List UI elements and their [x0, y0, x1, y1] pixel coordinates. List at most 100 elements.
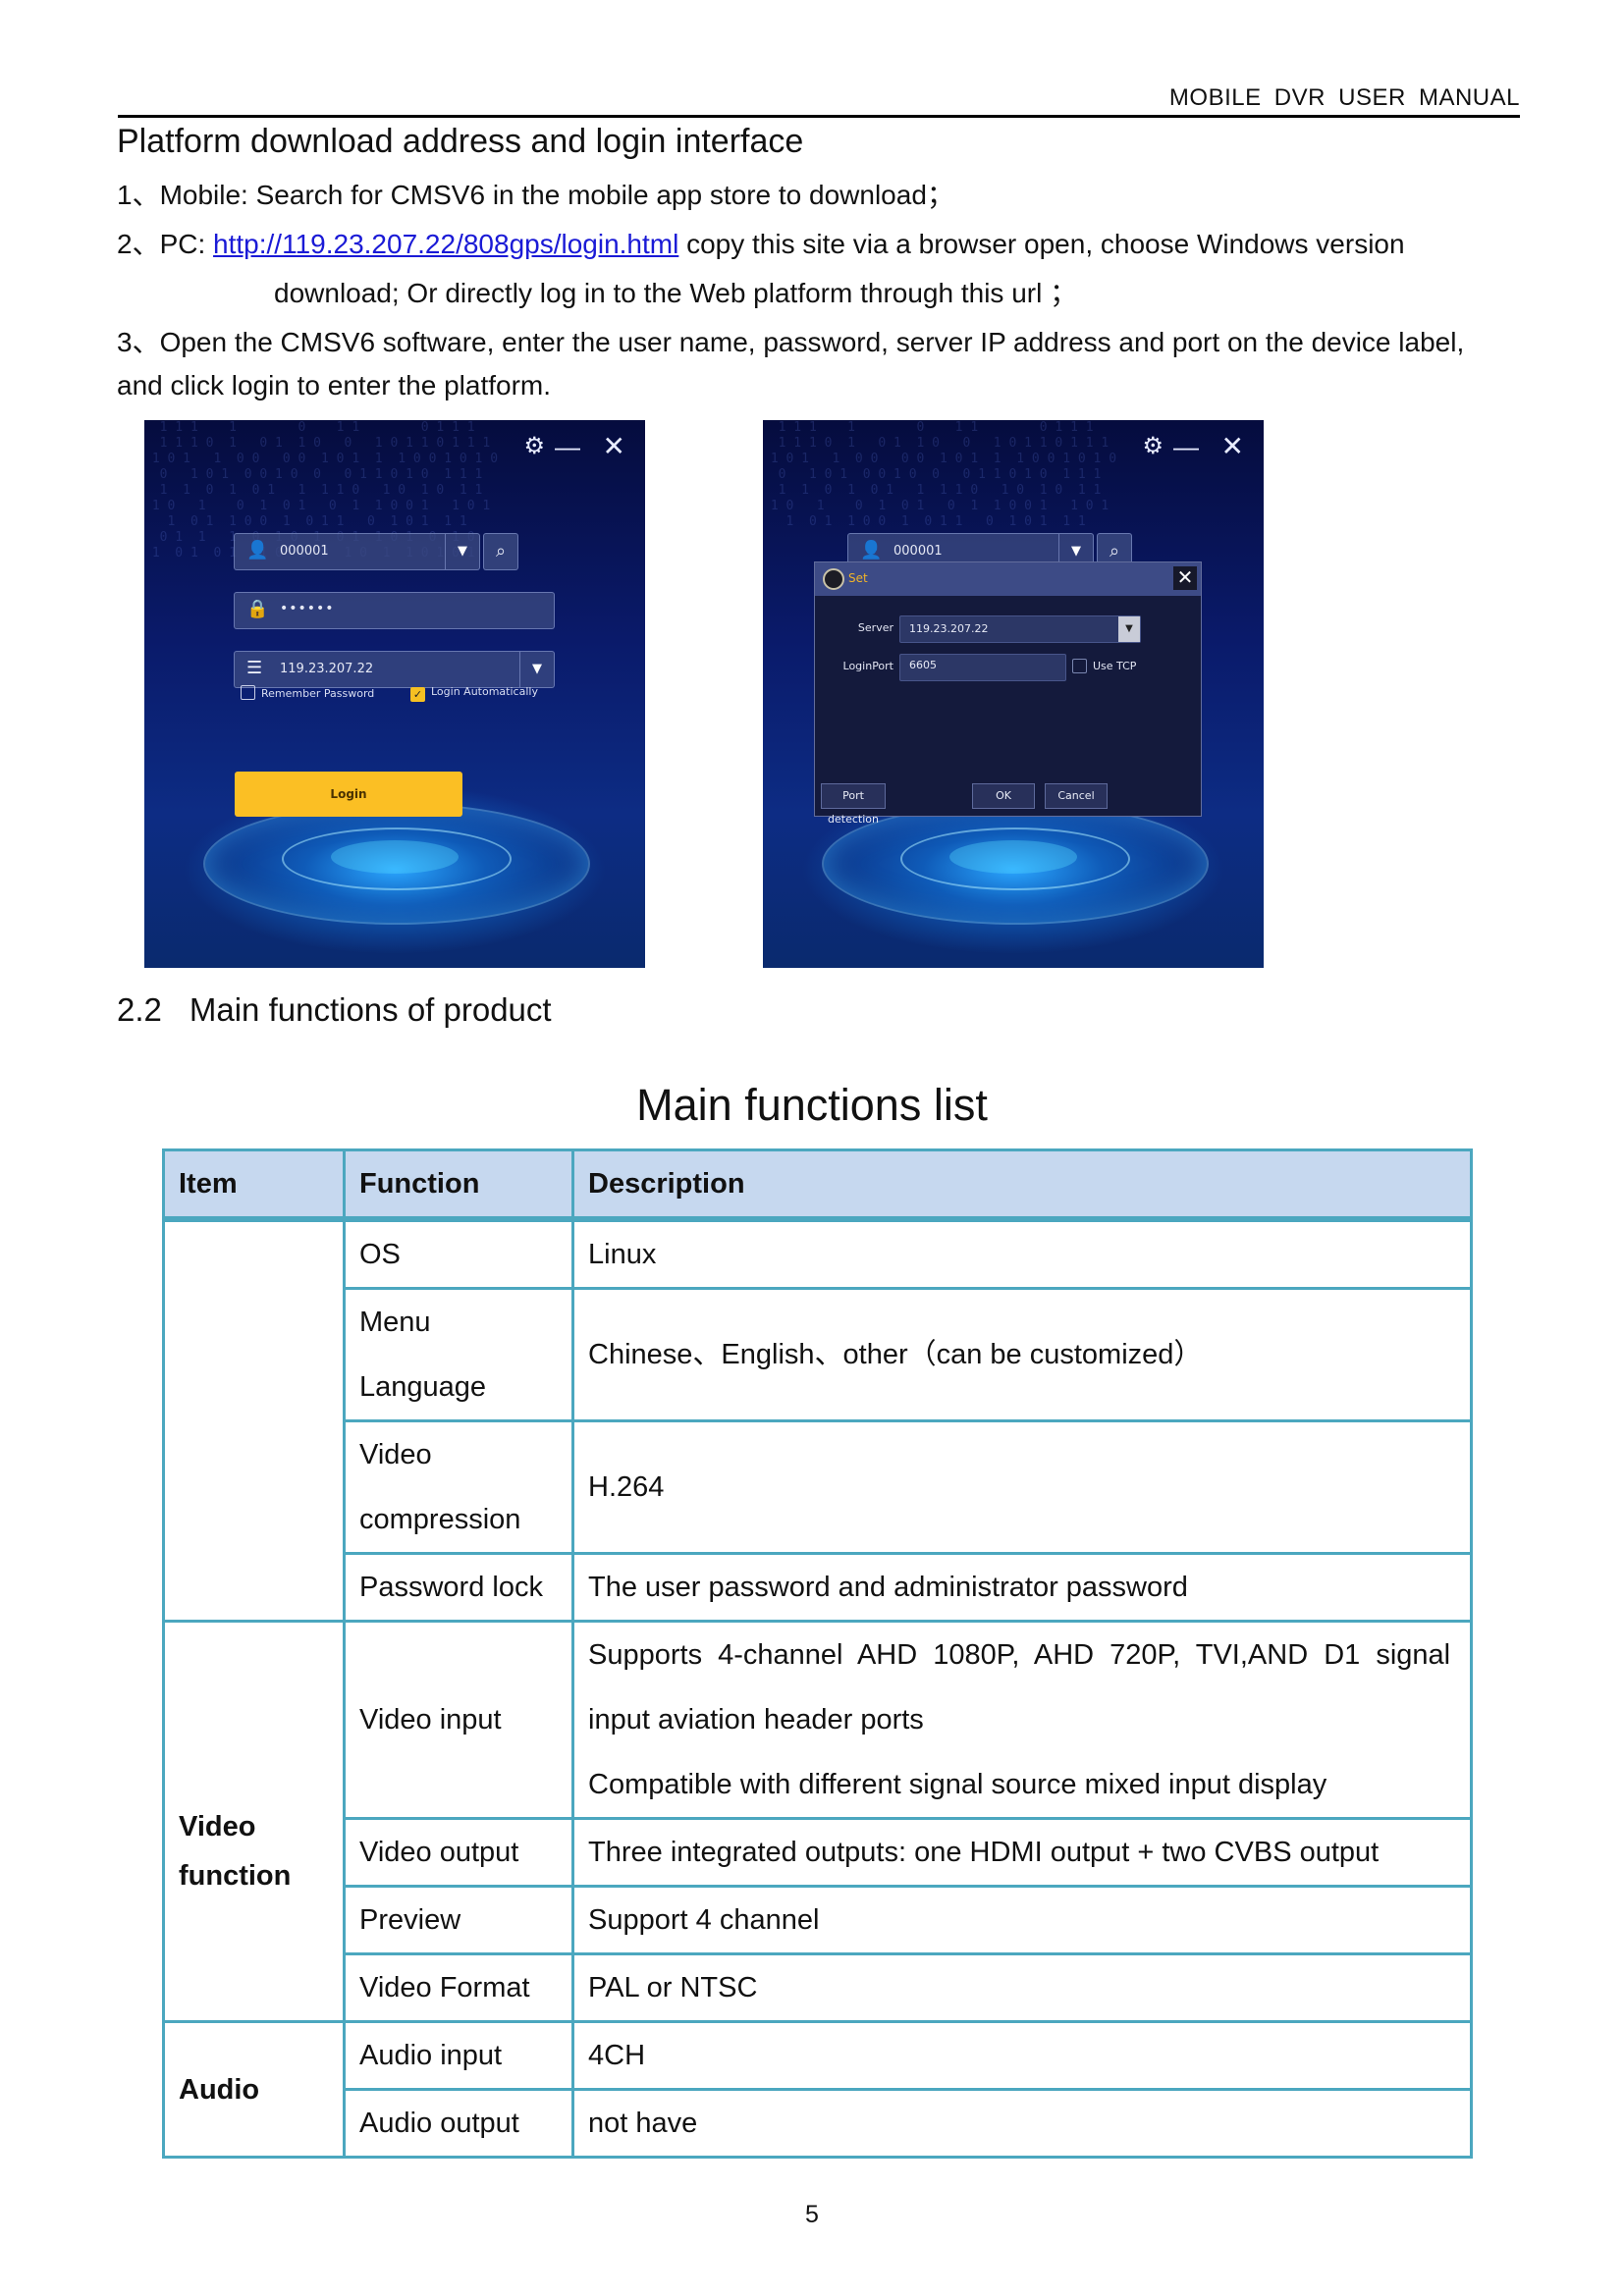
lock-icon: 🔒	[246, 599, 269, 619]
header-rule	[118, 115, 1520, 118]
subsection-title: Main functions of product	[189, 991, 552, 1028]
login-port-input[interactable]: 6605	[899, 654, 1066, 681]
list-text: copy this site via a browser open, choos…	[678, 229, 1405, 259]
dialog-title: Set	[848, 571, 868, 585]
set-dialog: Set ✕ Server 119.23.207.22 ▼ LoginPort 6…	[814, 561, 1202, 826]
description-line: Compatible with different signal source …	[588, 1769, 1327, 1800]
use-tcp-checkbox[interactable]	[1072, 659, 1087, 673]
use-tcp-label: Use TCP	[1093, 660, 1137, 672]
header-description: Description	[571, 1148, 1473, 1222]
list-item-mobile: 1、Mobile: Search for CMSV6 in the mobile…	[117, 174, 954, 213]
page-number: 5	[805, 2201, 819, 2228]
description-cell: Three integrated outputs: one HDMI outpu…	[571, 1817, 1473, 1888]
login-screenshot: 1 1 1 1 0 1 1 0 1 1 1 1 1 1 0 1 0 1 1 0 …	[144, 420, 645, 968]
item-cell	[162, 1217, 346, 1623]
description-cell: The user password and administrator pass…	[571, 1552, 1473, 1623]
subsection-heading: 2.2 Main functions of product	[117, 991, 552, 1029]
close-icon[interactable]: ✕	[1173, 566, 1197, 590]
description-cell: Supports 4-channel AHD 1080P, AHD 720P, …	[571, 1620, 1473, 1820]
password-value: ••••••	[280, 601, 335, 616]
glow-ring	[331, 840, 459, 874]
header-function: Function	[343, 1148, 574, 1222]
server-field[interactable]: ☰ 119.23.207.22 ▼	[234, 651, 555, 688]
header-item: Item	[162, 1148, 346, 1222]
table-header-row: Item Function Description	[162, 1148, 1473, 1222]
function-cell: Audio input	[343, 2020, 574, 2091]
item-cell: Video function	[162, 1620, 346, 2023]
settings-screenshot: 1 1 1 1 0 1 1 0 1 1 1 1 1 1 0 1 0 1 1 0 …	[763, 420, 1264, 968]
checkmark-icon[interactable]: ✓	[410, 687, 425, 702]
login-automatically-checkbox[interactable]: ✓ Login Automatically	[410, 685, 538, 702]
checkbox-unchecked[interactable]	[241, 685, 255, 700]
login-automatically-label: Login Automatically	[431, 685, 538, 698]
main-functions-table: Item Function Description OS Linux Menu L…	[162, 1148, 1473, 2159]
description-cell: not have	[571, 2088, 1473, 2159]
running-header: MOBILE DVR USER MANUAL	[1168, 84, 1520, 111]
close-icon[interactable]: ✕	[1221, 433, 1244, 460]
function-line: Video	[359, 1439, 432, 1470]
list-text: PC:	[159, 229, 214, 259]
login-port-value: 6605	[909, 659, 937, 671]
table-row: Password lock The user password and admi…	[164, 1552, 1473, 1623]
ok-button[interactable]: OK	[972, 783, 1035, 809]
table-row: Audio Audio input 4CH	[162, 2020, 1473, 2159]
glow-ring	[949, 840, 1077, 874]
function-line: Language	[359, 1371, 487, 1403]
table-row: Video function Video input Supports 4-cha…	[162, 1620, 1473, 2023]
login-port-label: LoginPort	[842, 660, 893, 672]
description-line: input aviation header ports	[588, 1704, 924, 1735]
username-value: 000001	[280, 544, 329, 559]
list-prefix: 3、	[117, 327, 160, 357]
search-icon[interactable]: ⌕	[483, 533, 518, 570]
list-item-pc: 2、PC: http://119.23.207.22/808gps/login.…	[117, 223, 1405, 262]
item-line: Video	[179, 1810, 256, 1842]
gear-icon[interactable]: ⚙	[523, 434, 545, 459]
function-cell: Video output	[343, 1817, 574, 1888]
list-item-open-software: 3、Open the CMSV6 software, enter the use…	[117, 321, 1464, 360]
table-row: Menu Language Chinese、English、other（can b…	[164, 1287, 1473, 1422]
list-prefix: 1、	[117, 180, 160, 210]
list-item-pc-continuation: download; Or directly log in to the Web …	[274, 278, 1078, 308]
function-cell: Video input	[343, 1620, 574, 1820]
table-row: Video compression H.264	[164, 1419, 1473, 1555]
minimize-icon[interactable]: —	[1173, 434, 1199, 459]
gear-icon[interactable]: ⚙	[1142, 434, 1164, 459]
list-item-open-software-continuation: and click login to enter the platform.	[117, 370, 552, 400]
minimize-icon[interactable]: —	[555, 434, 580, 459]
close-icon[interactable]: ✕	[603, 433, 625, 460]
remember-password-checkbox[interactable]: Remember Password	[241, 685, 374, 700]
server-value: 119.23.207.22	[280, 662, 374, 676]
chevron-down-icon[interactable]: ▼	[445, 534, 479, 569]
cancel-button[interactable]: Cancel	[1045, 783, 1108, 809]
description-cell: Linux	[571, 1217, 1473, 1290]
port-detection-button[interactable]: Port detection	[821, 783, 886, 826]
function-cell: Password lock	[343, 1552, 574, 1623]
login-button[interactable]: Login	[235, 772, 462, 817]
user-icon: 👤	[860, 540, 883, 561]
function-cell: Video compression	[343, 1419, 574, 1555]
server-select[interactable]: 119.23.207.22 ▼	[899, 615, 1141, 643]
chevron-down-icon[interactable]: ▼	[519, 652, 554, 687]
function-cell: OS	[343, 1217, 574, 1290]
server-icon: ☰	[246, 658, 263, 678]
description-line: Supports 4-channel AHD 1080P, AHD 720P, …	[588, 1639, 1451, 1671]
password-field[interactable]: 🔒 ••••••	[234, 592, 555, 629]
remember-password-label: Remember Password	[261, 687, 375, 700]
function-cell: Audio output	[343, 2088, 574, 2159]
subsection-number: 2.2	[117, 991, 162, 1028]
table-row: OS Linux	[162, 1217, 1473, 1623]
list-text: Mobile: Search for CMSV6 in the mobile a…	[159, 180, 954, 210]
description-cell: H.264	[571, 1419, 1473, 1555]
function-cell: Video Format	[343, 1952, 574, 2023]
description-cell: PAL or NTSC	[571, 1952, 1473, 2023]
user-icon: 👤	[246, 540, 269, 561]
server-value: 119.23.207.22	[909, 622, 989, 635]
download-link[interactable]: http://119.23.207.22/808gps/login.html	[213, 229, 678, 259]
chevron-down-icon[interactable]: ▼	[1118, 616, 1140, 642]
table-row: Preview Support 4 channel	[164, 1885, 1473, 1955]
function-line: compression	[359, 1504, 521, 1535]
username-field[interactable]: 👤 000001 ▼	[234, 533, 480, 570]
list-text: Open the CMSV6 software, enter the user …	[159, 327, 1465, 357]
app-icon	[823, 568, 844, 590]
table-row: Video output Three integrated outputs: o…	[164, 1817, 1473, 1888]
